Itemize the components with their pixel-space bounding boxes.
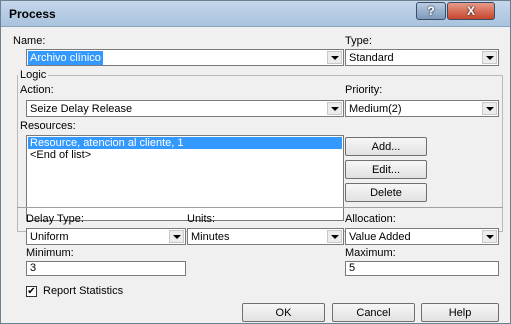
list-item[interactable]: <End of list> <box>28 149 93 161</box>
logic-group-title: Logic <box>18 69 49 81</box>
edit-button[interactable]: Edit... <box>345 160 427 179</box>
allocation-combo[interactable]: Value Added <box>345 228 499 245</box>
close-icon[interactable]: X <box>447 2 495 20</box>
priority-value: Medium(2) <box>349 103 402 115</box>
cancel-button[interactable]: Cancel <box>332 303 415 322</box>
allocation-value: Value Added <box>349 231 411 243</box>
units-value: Minutes <box>191 231 230 243</box>
units-label: Units: <box>187 213 216 225</box>
minimum-value: 3 <box>30 262 37 274</box>
delay-type-combo[interactable]: Uniform <box>26 228 186 245</box>
name-value: Archivo clínico <box>28 51 103 65</box>
allocation-label: Allocation: <box>345 213 396 225</box>
priority-label: Priority: <box>345 84 383 96</box>
report-statistics-label: Report Statistics <box>43 285 124 297</box>
report-statistics-checkbox[interactable]: ✔ <box>26 286 37 297</box>
maximum-value: 5 <box>349 262 356 274</box>
resources-list[interactable]: Resource, atencion al cliente, 1 <End of… <box>26 135 344 221</box>
chevron-down-icon[interactable] <box>327 102 342 115</box>
name-label: Name: <box>13 35 46 47</box>
action-value: Seize Delay Release <box>30 103 133 115</box>
units-combo[interactable]: Minutes <box>187 228 344 245</box>
name-combo[interactable]: Archivo clínico <box>26 49 344 66</box>
resources-label: Resources: <box>20 120 76 132</box>
help-icon[interactable]: ? <box>416 2 446 20</box>
minimum-label: Minimum: <box>26 247 74 259</box>
chevron-down-icon[interactable] <box>482 102 497 115</box>
add-button[interactable]: Add... <box>345 137 427 156</box>
maximum-input[interactable]: 5 <box>345 261 499 276</box>
minimum-input[interactable]: 3 <box>26 261 186 276</box>
maximum-label: Maximum: <box>345 247 396 259</box>
type-combo[interactable]: Standard <box>345 49 499 66</box>
ok-button[interactable]: OK <box>242 303 325 322</box>
delay-type-value: Uniform <box>30 231 69 243</box>
action-label: Action: <box>20 84 54 96</box>
process-dialog: Process ? X Name: Archivo clínico Type: … <box>0 0 511 324</box>
chevron-down-icon[interactable] <box>327 230 342 243</box>
delete-button[interactable]: Delete <box>345 183 427 202</box>
dialog-body: Name: Archivo clínico Type: Standard Log… <box>9 31 503 322</box>
type-value: Standard <box>349 52 394 64</box>
list-item[interactable]: Resource, atencion al cliente, 1 <box>28 137 342 149</box>
title-bar[interactable]: Process ? X <box>1 1 510 27</box>
chevron-down-icon[interactable] <box>482 51 497 64</box>
chevron-down-icon[interactable] <box>169 230 184 243</box>
chevron-down-icon[interactable] <box>327 51 342 64</box>
dialog-title: Process <box>9 7 56 21</box>
chevron-down-icon[interactable] <box>482 230 497 243</box>
priority-combo[interactable]: Medium(2) <box>345 100 499 117</box>
delay-type-label: Delay Type: <box>26 213 84 225</box>
section-divider <box>17 207 503 208</box>
action-combo[interactable]: Seize Delay Release <box>26 100 344 117</box>
help-button[interactable]: Help <box>421 303 499 322</box>
type-label: Type: <box>345 35 372 47</box>
